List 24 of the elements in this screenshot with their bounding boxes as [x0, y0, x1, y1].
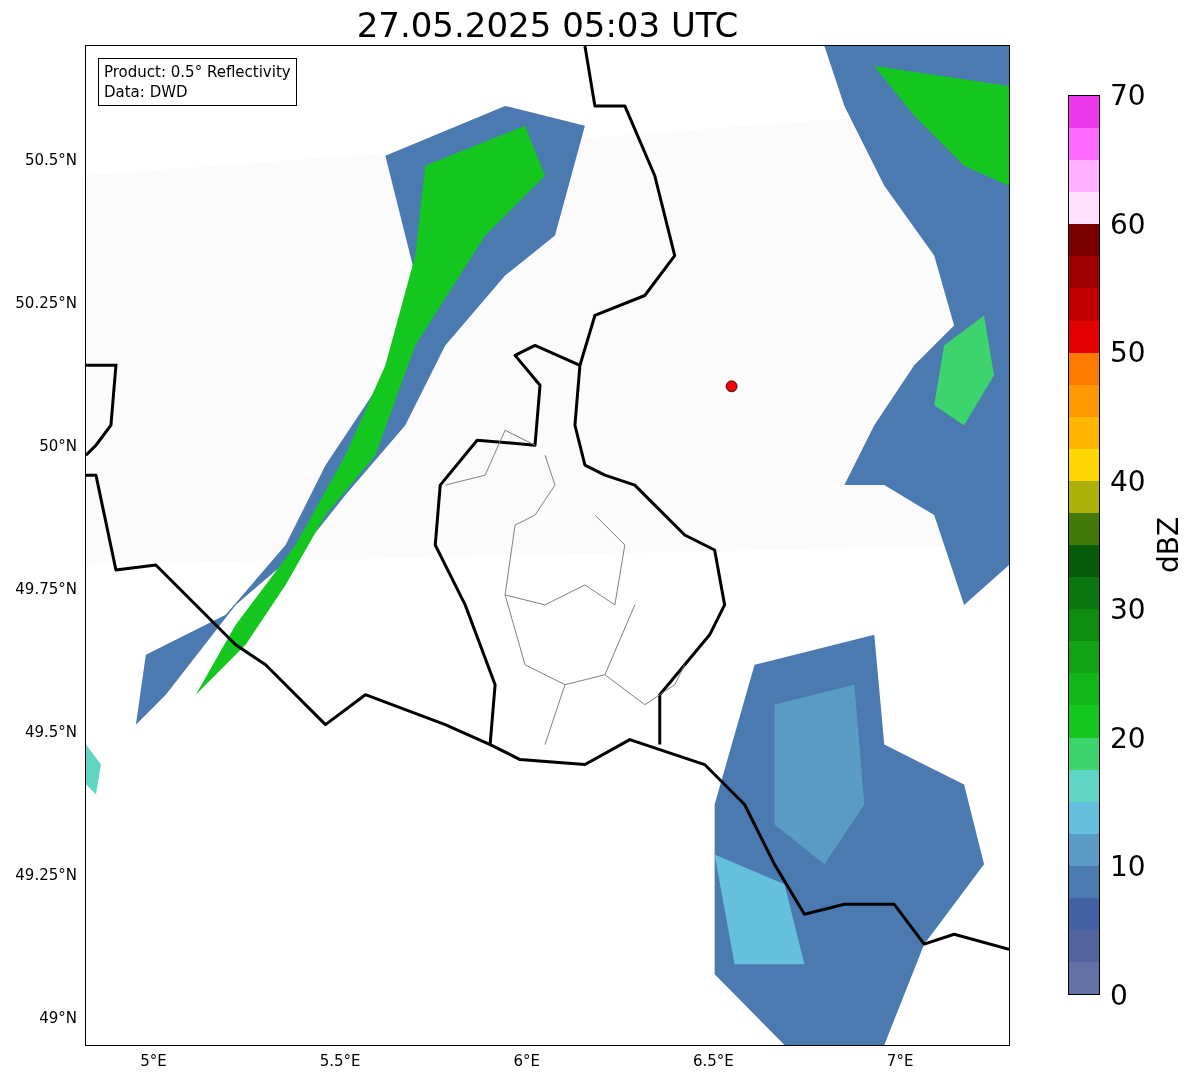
- legend-text: Data: DWD: [104, 82, 189, 102]
- chart-title: 27.05.2025 05:03 UTC: [355, 4, 740, 45]
- tick-label: 0: [1110, 978, 1128, 1012]
- tick-label: 10: [1110, 849, 1146, 883]
- tick-label: 49.75°N: [15, 579, 77, 598]
- tick-label: 50.5°N: [24, 151, 77, 170]
- tick-label: 5.5°E: [319, 1052, 361, 1070]
- tick-label: 70: [1110, 78, 1146, 112]
- tick-label: 30: [1110, 592, 1146, 626]
- tick-label: 60: [1110, 207, 1146, 241]
- tick-label: 7°E: [886, 1052, 914, 1070]
- tick-label: 6.5°E: [693, 1052, 734, 1070]
- legend-text: Product: 0.5° Reflectivity: [104, 62, 291, 82]
- axis-label: dBZ: [1151, 516, 1185, 574]
- tick-label: 6°E: [513, 1052, 541, 1070]
- tick-label: 50: [1110, 335, 1146, 369]
- tick-label: 50.25°N: [15, 294, 77, 313]
- tick-label: 50°N: [39, 437, 77, 455]
- tick-label: 49.25°N: [15, 865, 77, 884]
- tick-label: 20: [1110, 721, 1146, 755]
- tick-label: 49°N: [39, 1008, 77, 1027]
- tick-label: 49.5°N: [24, 722, 77, 741]
- tick-label: 40: [1110, 464, 1146, 498]
- tick-label: 5°E: [140, 1052, 167, 1070]
